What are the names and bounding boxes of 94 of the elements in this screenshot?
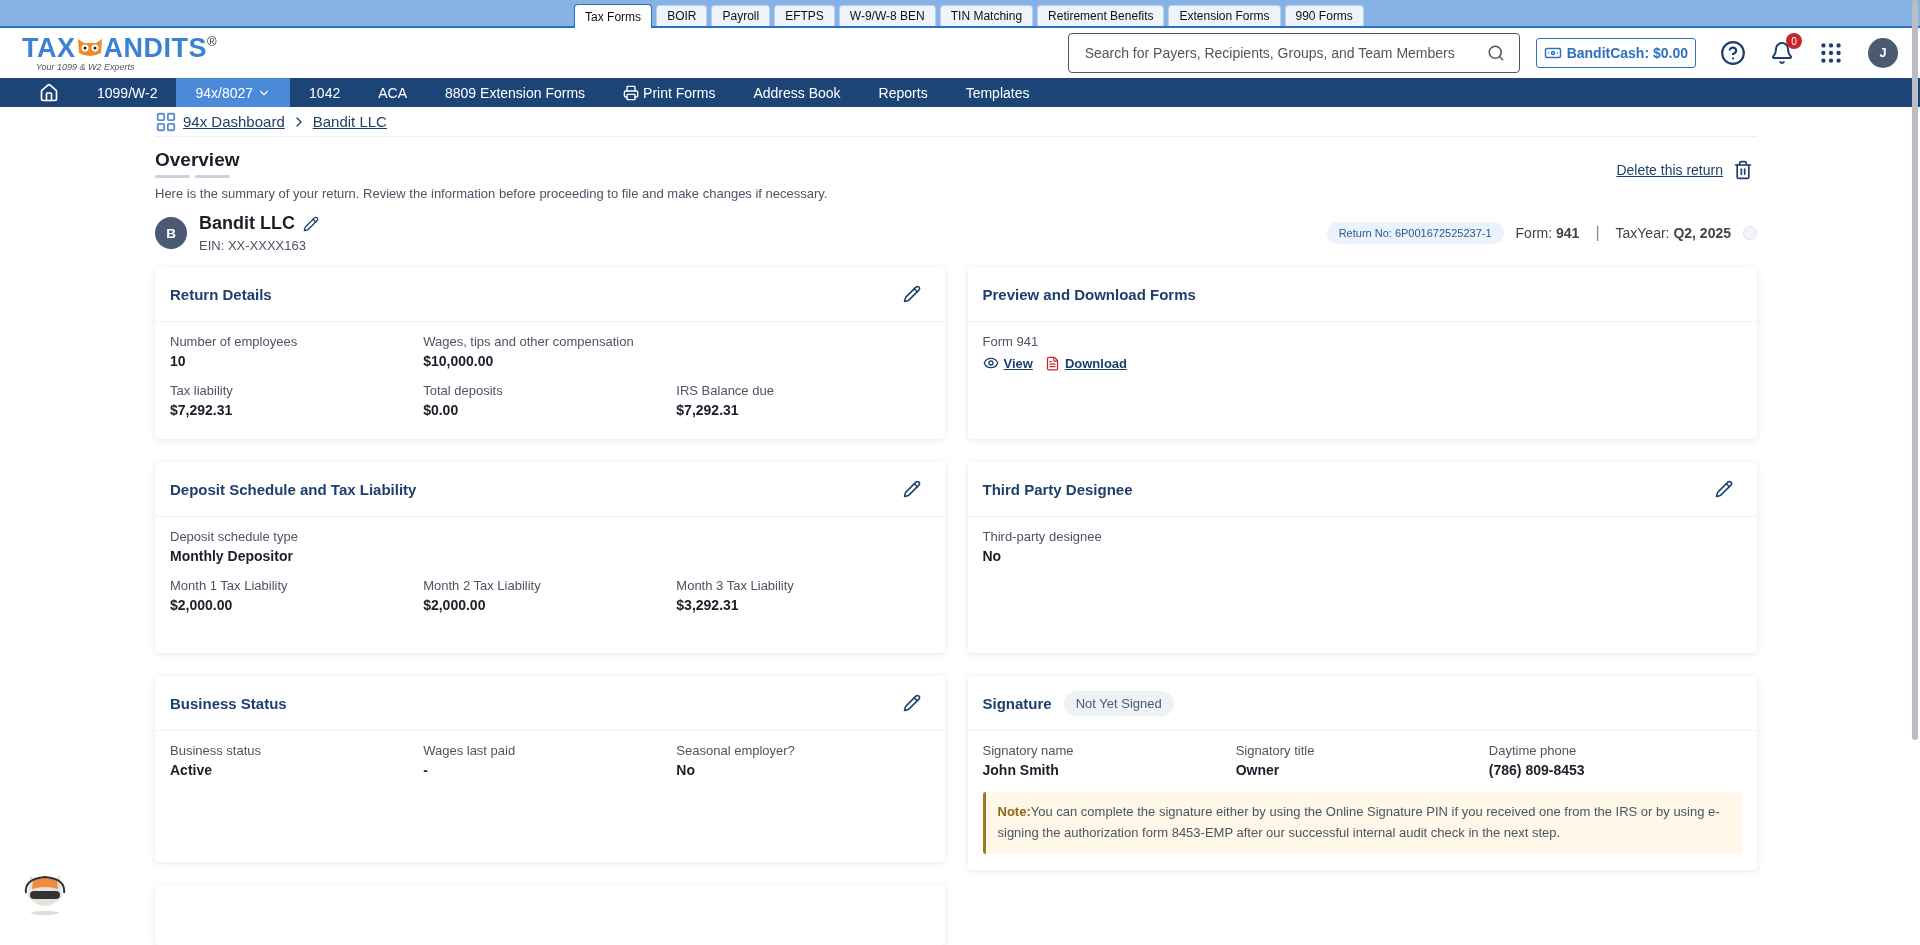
field-label: Number of employees: [170, 334, 299, 349]
home-icon: [39, 82, 59, 103]
bandit-cash-button[interactable]: BanditCash: $0.00: [1535, 38, 1696, 68]
field-label: Third-party designee: [982, 529, 1103, 544]
card-title: Preview and Download Forms: [982, 285, 1196, 303]
field-value: No: [982, 548, 1003, 564]
field-label: Month 3 Tax Liability: [676, 578, 795, 593]
page-description: Here is the summary of your return. Review the information before proceeding to file and make changes if necessary.: [155, 186, 829, 201]
form-text: Form: 941: [1515, 225, 1580, 241]
product-tab[interactable]: Extension Forms: [1168, 5, 1281, 26]
status-badge: Not Yet Signed: [1063, 690, 1174, 716]
edit-button[interactable]: [1715, 480, 1733, 498]
field-label: Deposit schedule type: [170, 529, 299, 544]
product-tab[interactable]: EFTPS: [774, 5, 835, 26]
return-number: Return No: 6P001672525237-1: [1326, 222, 1504, 244]
product-tab[interactable]: W-9/W-8 BEN: [838, 5, 936, 26]
dashboard-icon: [155, 110, 177, 133]
card-title: Business Status: [170, 694, 287, 712]
breadcrumb-link[interactable]: 94x Dashboard: [183, 113, 285, 130]
field-value: $2,000.00: [423, 597, 487, 613]
nav-item[interactable]: 1042: [290, 78, 360, 107]
scrollbar[interactable]: [1912, 0, 1918, 740]
field-value: $0.00: [423, 402, 460, 418]
field-value: $7,292.31: [170, 402, 234, 418]
field-value: John Smith: [982, 762, 1060, 778]
form-label: Form 941: [982, 334, 1040, 349]
edit-button[interactable]: [902, 694, 921, 712]
trash-icon[interactable]: [1733, 160, 1753, 180]
delete-return-link[interactable]: Delete this return: [1616, 162, 1723, 178]
field-label: Business status: [170, 743, 263, 758]
field-label: Signatory name: [982, 743, 1075, 758]
eye-icon: [982, 355, 999, 371]
field-label: Month 1 Tax Liability: [170, 578, 289, 593]
help-button[interactable]: [1720, 40, 1746, 66]
field-value: $2,000.00: [170, 597, 234, 613]
tax-year-text: TaxYear: Q2, 2025: [1615, 225, 1731, 241]
product-tab[interactable]: Tax Forms: [574, 4, 653, 28]
note-text: Note:You can complete the signature either by using the Online Signature PIN if you received one from the IRS or by using e-signing the authorization form 8453-EMP after our successful internal audit check in the next step.: [982, 792, 1742, 854]
search-icon: [1486, 44, 1505, 62]
card-title: Return Details: [170, 285, 272, 303]
product-tab[interactable]: Retirement Benefits: [1037, 5, 1165, 26]
search-field[interactable]: Search for Payers, Recipients, Groups, and Team Members: [1067, 33, 1520, 73]
product-tab[interactable]: TIN Matching: [939, 5, 1034, 26]
field-value: Active: [170, 762, 214, 778]
product-tab[interactable]: 990 Forms: [1284, 5, 1364, 26]
company-avatar: B: [155, 217, 187, 249]
field-label: Total deposits: [423, 383, 504, 398]
field-label: IRS Balance due: [676, 383, 775, 398]
edit-icon[interactable]: [303, 215, 319, 232]
field-label: Month 2 Tax Liability: [423, 578, 542, 593]
field-value: No: [676, 762, 696, 778]
user-avatar[interactable]: J: [1868, 38, 1898, 68]
field-label: Tax liability: [170, 383, 234, 398]
field-value: $7,292.31: [676, 402, 740, 418]
nav-item[interactable]: 94x/8027: [176, 78, 291, 107]
field-value: 10: [170, 353, 187, 369]
pdf-file-icon: [1044, 355, 1060, 371]
field-label: Signatory title: [1235, 743, 1316, 758]
view-link[interactable]: View: [982, 355, 1033, 371]
field-value: $3,292.31: [676, 597, 740, 613]
company-name: Bandit LLC: [199, 213, 295, 234]
download-link[interactable]: Download: [1044, 355, 1127, 371]
breadcrumb-link[interactable]: Bandit LLC: [312, 113, 387, 130]
field-value: Owner: [1235, 762, 1281, 778]
card-title: Deposit Schedule and Tax Liability: [170, 480, 417, 498]
ein-text: EIN: XX-XXXX163: [199, 238, 307, 253]
field-value: -: [423, 762, 429, 778]
field-label: Seasonal employer?: [676, 743, 796, 758]
field-value: $10,000.00: [423, 353, 495, 369]
nav-item[interactable]: ACA: [359, 78, 426, 107]
page-title: Overview: [155, 149, 240, 171]
separator: |: [1595, 224, 1600, 242]
status-icon: [1743, 226, 1757, 240]
product-tab[interactable]: Payroll: [711, 5, 771, 26]
nav-item[interactable]: Templates: [946, 78, 1049, 107]
edit-button[interactable]: [902, 285, 921, 303]
nav-item[interactable]: Print Forms: [604, 78, 735, 107]
product-tab[interactable]: BOIR: [656, 5, 708, 26]
field-value: (786) 809-8453: [1488, 762, 1586, 778]
field-value: Monthly Depositor: [170, 548, 294, 564]
field-label: Wages, tips and other compensation: [423, 334, 635, 349]
field-label: Wages last paid: [423, 743, 517, 758]
card-title: Third Party Designee: [982, 480, 1133, 498]
notifications-button[interactable]: 0: [1770, 33, 1802, 65]
apps-menu-button[interactable]: [1818, 40, 1844, 66]
field-label: Daytime phone: [1488, 743, 1578, 758]
nav-item[interactable]: Reports: [859, 78, 947, 107]
nav-item[interactable]: 8809 Extension Forms: [426, 78, 605, 107]
card-title: Signature: [982, 694, 1052, 712]
printer-icon: [623, 84, 640, 101]
nav-item[interactable]: 1099/W-2: [78, 78, 177, 107]
logo[interactable]: TAX ANDITS® Your 1099 & W2 Experts: [22, 34, 218, 72]
edit-button[interactable]: [902, 480, 921, 498]
nav-item[interactable]: Address Book: [734, 78, 860, 107]
